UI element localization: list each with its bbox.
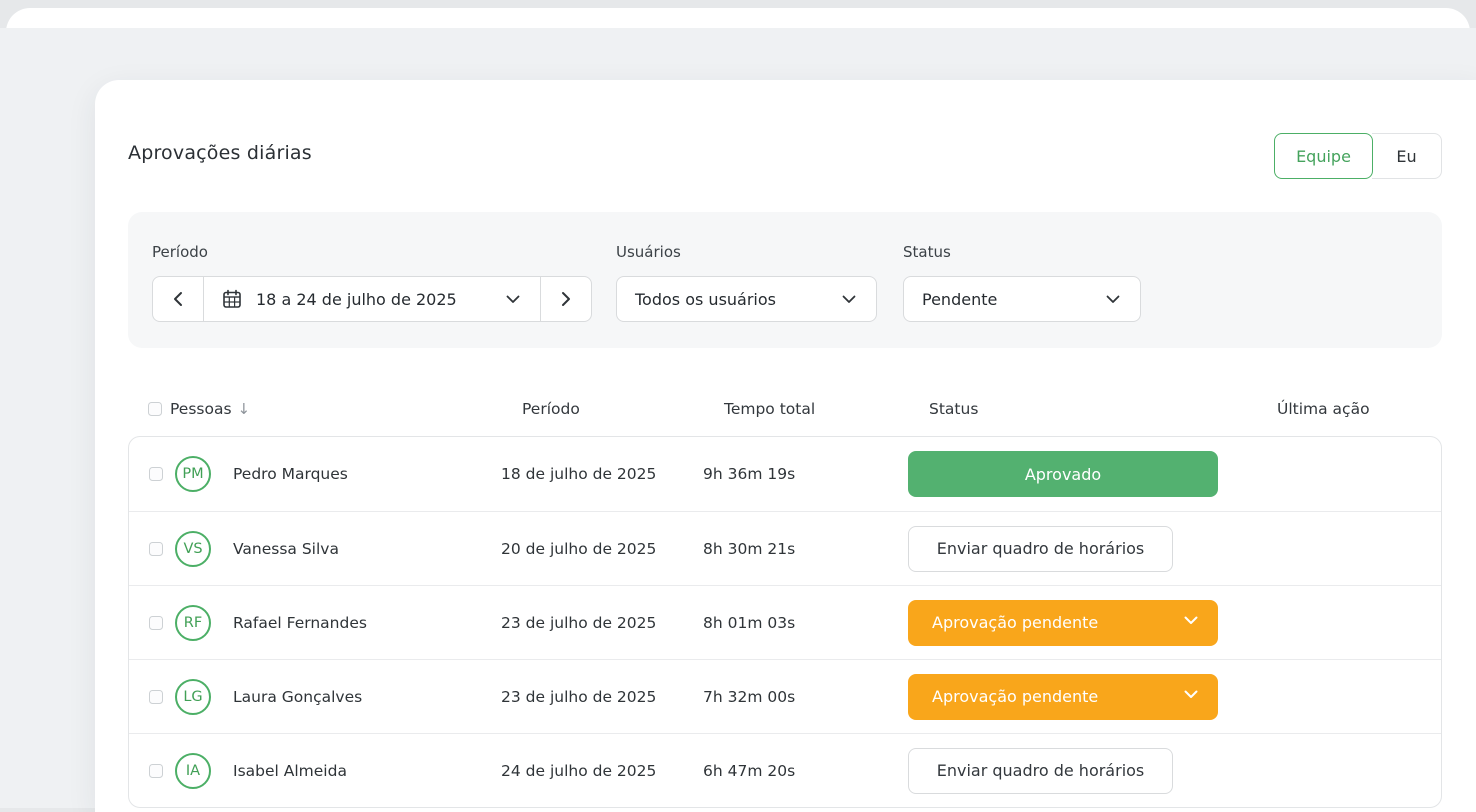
chevron-down-icon xyxy=(1106,295,1120,304)
row-total-time: 8h 01m 03s xyxy=(703,614,908,632)
avatar: VS xyxy=(175,531,211,567)
approvals-card: Aprovações diárias Equipe Eu Período Usu… xyxy=(95,80,1476,812)
chevron-down-icon xyxy=(506,295,520,304)
chevron-down-icon xyxy=(842,295,856,304)
avatar: RF xyxy=(175,605,211,641)
users-filter-label: Usuários xyxy=(616,243,681,261)
chevron-left-icon xyxy=(173,291,183,307)
period-navigator: 18 a 24 de julho de 2025 xyxy=(152,276,592,322)
row-period: 23 de julho de 2025 xyxy=(501,688,703,706)
person-name: Rafael Fernandes xyxy=(233,614,501,632)
status-select-value: Pendente xyxy=(922,290,997,309)
row-checkbox[interactable] xyxy=(149,690,163,704)
status-select[interactable]: Pendente xyxy=(903,276,1141,322)
person-name: Pedro Marques xyxy=(233,465,501,483)
row-checkbox[interactable] xyxy=(149,542,163,556)
approvals-table: PM Pedro Marques 18 de julho de 2025 9h … xyxy=(128,436,1442,808)
header-people[interactable]: Pessoas xyxy=(170,400,232,418)
select-all-checkbox[interactable] xyxy=(148,402,162,416)
person-name: Isabel Almeida xyxy=(233,762,501,780)
sort-descending-icon[interactable]: ↓ xyxy=(238,400,251,418)
row-total-time: 6h 47m 20s xyxy=(703,762,908,780)
row-total-time: 9h 36m 19s xyxy=(703,465,908,483)
chevron-down-icon xyxy=(1184,690,1198,699)
status-action-button[interactable]: Enviar quadro de horários xyxy=(908,748,1173,794)
row-total-time: 8h 30m 21s xyxy=(703,540,908,558)
status-action-label: Aprovação pendente xyxy=(932,613,1098,632)
view-toggle: Equipe Eu xyxy=(1274,133,1442,179)
chevron-right-icon xyxy=(561,291,571,307)
avatar: LG xyxy=(175,679,211,715)
status-action-label: Aprovação pendente xyxy=(932,687,1098,706)
person-name: Vanessa Silva xyxy=(233,540,501,558)
avatar: IA xyxy=(175,753,211,789)
table-header: Pessoas ↓ Período Tempo total Status Últ… xyxy=(128,398,1442,420)
page-title: Aprovações diárias xyxy=(128,142,312,164)
table-row: RF Rafael Fernandes 23 de julho de 2025 … xyxy=(129,585,1441,659)
header-total-time: Tempo total xyxy=(724,400,929,418)
users-select-value: Todos os usuários xyxy=(635,290,776,309)
status-action-label: Aprovado xyxy=(1025,465,1101,484)
status-action-button[interactable]: Aprovação pendente xyxy=(908,600,1218,646)
table-row: PM Pedro Marques 18 de julho de 2025 9h … xyxy=(129,437,1441,511)
table-row: LG Laura Gonçalves 23 de julho de 2025 7… xyxy=(129,659,1441,733)
status-action-label: Enviar quadro de horários xyxy=(937,539,1145,558)
toggle-team-button[interactable]: Equipe xyxy=(1274,133,1373,179)
row-period: 20 de julho de 2025 xyxy=(501,540,703,558)
period-range-value: 18 a 24 de julho de 2025 xyxy=(256,290,457,309)
table-row: IA Isabel Almeida 24 de julho de 2025 6h… xyxy=(129,733,1441,807)
toggle-me-button[interactable]: Eu xyxy=(1372,133,1442,179)
chevron-down-icon xyxy=(1184,616,1198,625)
status-action-label: Enviar quadro de horários xyxy=(937,761,1145,780)
period-filter-label: Período xyxy=(152,243,208,261)
filters-panel: Período Usuários Status 18 a 24 de julho… xyxy=(128,212,1442,348)
avatar: PM xyxy=(175,456,211,492)
row-period: 18 de julho de 2025 xyxy=(501,465,703,483)
users-select[interactable]: Todos os usuários xyxy=(616,276,877,322)
row-checkbox[interactable] xyxy=(149,616,163,630)
previous-period-button[interactable] xyxy=(152,276,204,322)
header-period: Período xyxy=(522,400,724,418)
header-last-action: Última ação xyxy=(1277,400,1442,418)
row-total-time: 7h 32m 00s xyxy=(703,688,908,706)
row-checkbox[interactable] xyxy=(149,467,163,481)
status-action-button[interactable]: Enviar quadro de horários xyxy=(908,526,1173,572)
row-checkbox[interactable] xyxy=(149,764,163,778)
status-action-button[interactable]: Aprovado xyxy=(908,451,1218,497)
row-period: 23 de julho de 2025 xyxy=(501,614,703,632)
period-range-select[interactable]: 18 a 24 de julho de 2025 xyxy=(203,276,541,322)
status-filter-label: Status xyxy=(903,243,951,261)
next-period-button[interactable] xyxy=(540,276,592,322)
calendar-icon xyxy=(222,289,242,309)
row-period: 24 de julho de 2025 xyxy=(501,762,703,780)
table-row: VS Vanessa Silva 20 de julho de 2025 8h … xyxy=(129,511,1441,585)
status-action-button[interactable]: Aprovação pendente xyxy=(908,674,1218,720)
person-name: Laura Gonçalves xyxy=(233,688,501,706)
header-status: Status xyxy=(929,400,1277,418)
